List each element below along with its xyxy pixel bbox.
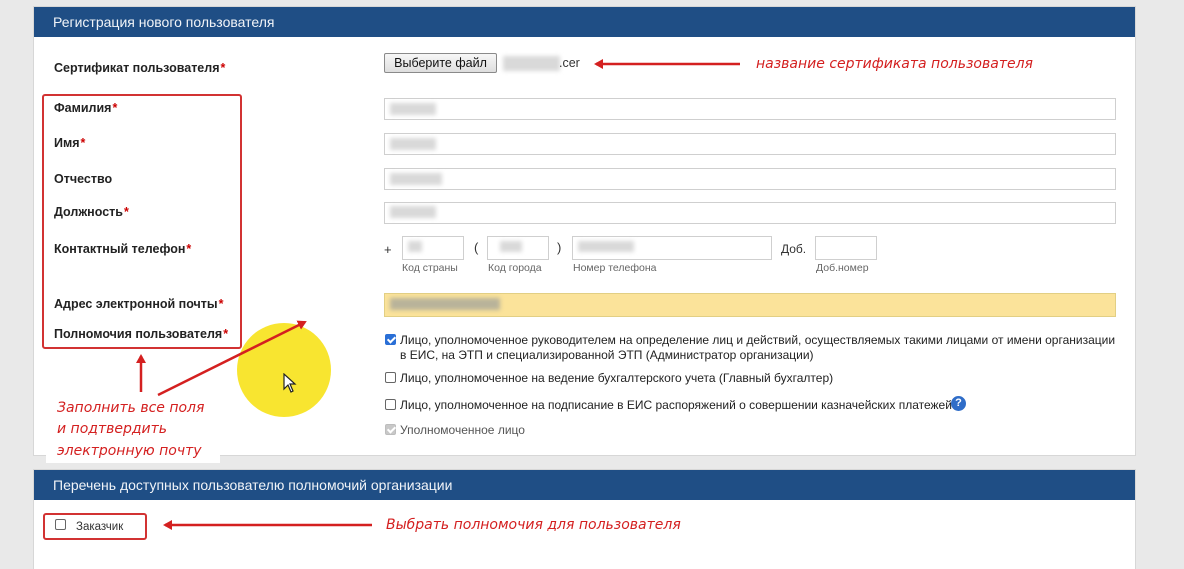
annotation-arrows <box>136 59 740 530</box>
email-arrow <box>157 320 307 397</box>
